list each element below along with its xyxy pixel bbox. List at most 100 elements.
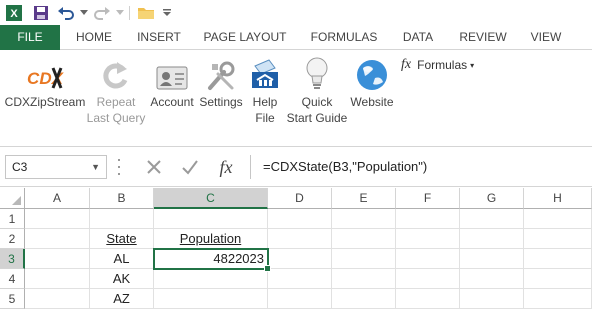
column-header-a[interactable]: A xyxy=(25,188,90,209)
help-label-line1: Help xyxy=(252,95,278,109)
repeat-label-line1: Repeat xyxy=(96,95,136,109)
help-file-button[interactable]: Help File xyxy=(246,54,284,126)
cell-g2[interactable] xyxy=(460,229,524,249)
chevron-down-icon[interactable]: ▼ xyxy=(91,156,100,178)
cell-e1[interactable] xyxy=(332,209,396,229)
cell-d2[interactable] xyxy=(268,229,332,249)
tab-formulas[interactable]: FORMULAS xyxy=(306,25,382,50)
cell-b2[interactable]: State xyxy=(90,229,154,249)
settings-label: Settings xyxy=(199,95,243,109)
cell-b2-text: State xyxy=(106,231,137,246)
excel-icon[interactable]: X xyxy=(0,0,28,25)
website-label: Website xyxy=(350,95,394,109)
cell-h2[interactable] xyxy=(524,229,592,249)
repeat-icon xyxy=(86,54,146,92)
cell-e3[interactable] xyxy=(332,249,396,269)
column-header-f[interactable]: F xyxy=(396,188,460,209)
cell-a1[interactable] xyxy=(25,209,90,229)
account-label: Account xyxy=(150,95,194,109)
formula-input[interactable]: =CDXState(B3,"Population") xyxy=(250,155,592,179)
cell-h5[interactable] xyxy=(524,289,592,309)
undo-icon[interactable] xyxy=(54,0,78,25)
cdxzipstream-label: CDXZipStream xyxy=(4,95,86,109)
cdx-logo-icon: CDX xyxy=(4,54,86,92)
cell-h4[interactable] xyxy=(524,269,592,289)
ribbon: CDX CDXZipStream Repeat Last Query Accou… xyxy=(0,50,592,147)
cell-b4[interactable]: AK xyxy=(90,269,154,289)
row-header-3[interactable]: 3 xyxy=(0,249,25,269)
column-header-d[interactable]: D xyxy=(268,188,332,209)
cell-g5[interactable] xyxy=(460,289,524,309)
formula-buttons: fx xyxy=(136,155,248,179)
save-icon[interactable] xyxy=(28,0,54,25)
select-all-corner[interactable] xyxy=(0,188,25,209)
cell-g4[interactable] xyxy=(460,269,524,289)
cell-a5[interactable] xyxy=(25,289,90,309)
customize-toolbar-icon[interactable] xyxy=(159,0,175,25)
tab-page-layout[interactable]: PAGE LAYOUT xyxy=(198,25,292,50)
cell-c1[interactable] xyxy=(154,209,268,229)
cell-h3[interactable] xyxy=(524,249,592,269)
cdxzipstream-button[interactable]: CDX CDXZipStream xyxy=(4,54,86,110)
cell-h1[interactable] xyxy=(524,209,592,229)
row-header-2[interactable]: 2 xyxy=(0,229,25,249)
cell-f4[interactable] xyxy=(396,269,460,289)
cell-e4[interactable] xyxy=(332,269,396,289)
cell-f5[interactable] xyxy=(396,289,460,309)
cell-a3[interactable] xyxy=(25,249,90,269)
account-button[interactable]: Account xyxy=(147,54,197,110)
row-header-4[interactable]: 4 xyxy=(0,269,25,289)
cell-a4[interactable] xyxy=(25,269,90,289)
quick-start-guide-button[interactable]: Quick Start Guide xyxy=(285,54,349,126)
formulas-dropdown-button[interactable]: fx Formulas ▾ xyxy=(401,56,474,74)
function-icon: fx xyxy=(401,57,412,72)
cell-d1[interactable] xyxy=(268,209,332,229)
column-header-e[interactable]: E xyxy=(332,188,396,209)
cell-f1[interactable] xyxy=(396,209,460,229)
cell-g3[interactable] xyxy=(460,249,524,269)
cell-c5[interactable] xyxy=(154,289,268,309)
tab-file[interactable]: FILE xyxy=(0,25,60,50)
name-box[interactable]: C3 ▼ xyxy=(5,155,107,179)
chevron-down-icon xyxy=(114,0,126,25)
cell-b3[interactable]: AL xyxy=(90,249,154,269)
tab-home[interactable]: HOME xyxy=(66,25,122,50)
enter-check-icon[interactable] xyxy=(172,159,208,175)
separator xyxy=(129,5,130,20)
column-header-g[interactable]: G xyxy=(460,188,524,209)
settings-button[interactable]: Settings xyxy=(197,54,245,110)
cell-d3[interactable] xyxy=(268,249,332,269)
column-header-h[interactable]: H xyxy=(524,188,592,209)
cell-g1[interactable] xyxy=(460,209,524,229)
row-header-1[interactable]: 1 xyxy=(0,209,25,229)
insert-function-icon[interactable]: fx xyxy=(208,157,244,178)
redo-icon xyxy=(90,0,114,25)
cell-d4[interactable] xyxy=(268,269,332,289)
formulas-label: Formulas xyxy=(417,58,468,72)
wrench-icon xyxy=(197,54,245,92)
cell-a2[interactable] xyxy=(25,229,90,249)
cell-e2[interactable] xyxy=(332,229,396,249)
cell-c2[interactable]: Population xyxy=(154,229,268,249)
cell-d5[interactable] xyxy=(268,289,332,309)
folder-icon[interactable] xyxy=(133,0,159,25)
cancel-icon[interactable] xyxy=(136,159,172,175)
quick-start-label-line1: Quick xyxy=(301,95,333,109)
cell-f2[interactable] xyxy=(396,229,460,249)
tab-review[interactable]: REVIEW xyxy=(454,25,512,50)
column-header-c[interactable]: C xyxy=(154,188,268,209)
row-header-5[interactable]: 5 xyxy=(0,289,25,309)
cell-e5[interactable] xyxy=(332,289,396,309)
column-header-b[interactable]: B xyxy=(90,188,154,209)
cell-b5[interactable]: AZ xyxy=(90,289,154,309)
chevron-down-icon[interactable] xyxy=(78,0,90,25)
cell-f3[interactable] xyxy=(396,249,460,269)
cell-c4[interactable] xyxy=(154,269,268,289)
tab-data[interactable]: DATA xyxy=(394,25,442,50)
tab-view[interactable]: VIEW xyxy=(524,25,568,50)
help-file-icon xyxy=(246,54,284,92)
formula-bar-dots[interactable] xyxy=(118,159,124,175)
website-button[interactable]: Website xyxy=(349,54,395,110)
tab-insert[interactable]: INSERT xyxy=(130,25,188,50)
cell-b1[interactable] xyxy=(90,209,154,229)
